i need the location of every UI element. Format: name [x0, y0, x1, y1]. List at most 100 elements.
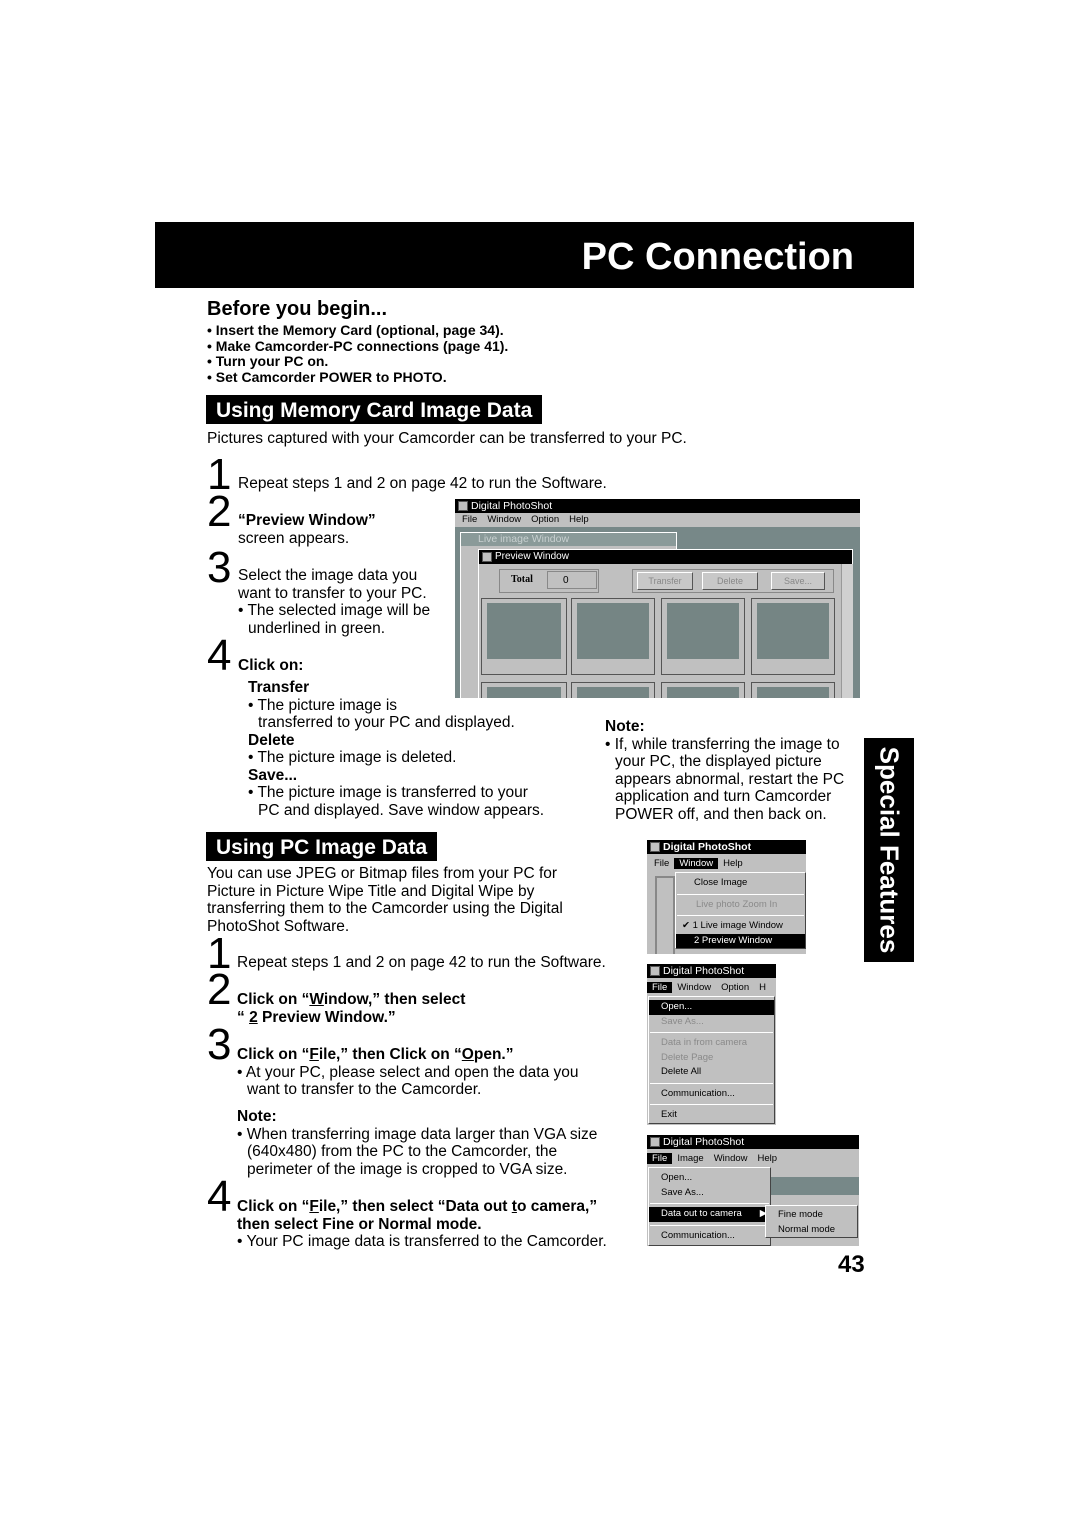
menu-window[interactable]: Window: [482, 514, 526, 525]
menu-item-open[interactable]: Open...: [649, 1000, 774, 1015]
menu-file[interactable]: File: [647, 1153, 673, 1164]
app-title: Digital PhotoShot: [663, 1136, 745, 1148]
transfer-button[interactable]: Transfer: [637, 572, 693, 590]
intro-line: PhotoShot Software.: [207, 917, 350, 935]
step-text: Repeat steps 1 and 2 on page 42 to run t…: [238, 475, 607, 492]
total-label: Total: [511, 574, 533, 585]
menu-item-exit[interactable]: Exit: [649, 1108, 774, 1123]
menu-item-preview-window[interactable]: 2 Preview Window: [676, 933, 805, 948]
menu-item-normal-mode[interactable]: Normal mode: [766, 1223, 857, 1238]
step-title: “Preview Window”: [238, 512, 376, 529]
app-icon: [458, 501, 468, 511]
page-number: 43: [838, 1251, 865, 1278]
file-menu-screenshot: Digital PhotoShot File Window Option H Open…: [647, 964, 776, 1125]
note-pc: Note: • When transferring image data lar…: [237, 1108, 597, 1178]
step-number: 3: [207, 1020, 232, 1069]
note-line: (640x480) from the PC to the Camcorder, …: [247, 1143, 558, 1160]
menu-item-save-as[interactable]: Save As...: [649, 1186, 770, 1201]
menu-option[interactable]: Option: [526, 514, 564, 525]
menu-item-data-in[interactable]: Data in from camera: [649, 1036, 774, 1051]
app-title: Digital PhotoShot: [471, 500, 553, 512]
note-title: Note:: [605, 718, 645, 735]
option-desc: transferred to your PC and displayed.: [258, 714, 515, 731]
before-title: Before you begin...: [207, 298, 388, 320]
scrollbar[interactable]: [841, 564, 853, 698]
before-item: Make Camcorder-PC connections (page 41).: [215, 337, 509, 354]
before-section: Before you begin... • Insert the Memory …: [207, 298, 508, 385]
memory-intro: Pictures captured with your Camcorder ca…: [207, 430, 687, 447]
section-heading-memory: Using Memory Card Image Data: [206, 395, 543, 424]
menu-item-delete-page[interactable]: Delete Page: [649, 1051, 774, 1066]
step-number: 4: [207, 631, 232, 680]
delete-button[interactable]: Delete: [702, 572, 758, 590]
step-number: 2: [207, 487, 232, 536]
menu-item-data-out[interactable]: Data out to camera: [661, 1208, 742, 1219]
menu-file[interactable]: File: [457, 514, 482, 525]
menu-item-communication[interactable]: Communication...: [649, 1229, 770, 1244]
before-item: Turn your PC on.: [215, 353, 329, 369]
option-save: Save...: [248, 766, 298, 784]
menu-item-save-as[interactable]: Save As...: [649, 1015, 774, 1030]
intro-line: transferring them to the Camcorder using…: [207, 900, 563, 917]
before-item: Set Camcorder POWER to PHOTO.: [215, 368, 447, 385]
note-title: Note:: [237, 1108, 277, 1125]
menu-image[interactable]: Image: [672, 1153, 708, 1164]
menu-item-live-window[interactable]: 1 Live image Window: [693, 920, 783, 931]
note-line: perimeter of the image is cropped to VGA…: [247, 1160, 568, 1178]
menu-item-zoom-in[interactable]: Live photo Zoom In: [676, 898, 805, 913]
step-bullet: underlined in green.: [248, 619, 386, 637]
menu-option[interactable]: Option: [716, 982, 754, 993]
check-icon: ✔: [682, 920, 693, 931]
step-text: Click on “File,” then select “Data out t…: [237, 1198, 607, 1250]
note-line: application and turn Camcorder: [615, 788, 832, 805]
menu-file[interactable]: File: [647, 982, 673, 993]
menu-item-fine-mode[interactable]: Fine mode: [766, 1208, 857, 1223]
menu-help[interactable]: Help: [753, 1153, 783, 1164]
menu-help[interactable]: Help: [564, 514, 594, 525]
step-title: Click on:: [238, 657, 304, 674]
save-button[interactable]: Save...: [771, 572, 825, 590]
menu-window[interactable]: Window: [672, 982, 716, 993]
menu-item-open[interactable]: Open...: [649, 1171, 770, 1186]
menu-file[interactable]: File: [649, 858, 674, 869]
step-text: Click on “Window,” then select “ 2 Previ…: [237, 991, 466, 1026]
step-number: 3: [207, 543, 232, 592]
live-window-title: Live image Window: [461, 533, 676, 546]
option-desc: • The picture image is transferred to yo…: [248, 784, 528, 801]
option-desc: • The picture image is deleted.: [248, 749, 457, 766]
note-line: appears abnormal, restart the PC: [615, 770, 845, 788]
preview-window-screenshot: Digital PhotoShot File Window Option Help L…: [455, 499, 860, 698]
app-title: Digital PhotoShot: [663, 965, 745, 977]
data-out-screenshot: Digital PhotoShot File Image Window Help Op…: [647, 1135, 859, 1246]
menu-item-close-image[interactable]: Close Image: [676, 876, 805, 891]
menu-help[interactable]: Help: [718, 858, 748, 869]
step-text: want to transfer to your PC.: [238, 584, 427, 602]
step-number: 4: [207, 1172, 232, 1221]
menu-item-delete-all[interactable]: Delete All: [649, 1065, 774, 1080]
window-menu-screenshot: Digital PhotoShot File Window Help Close I…: [647, 840, 806, 954]
note-line: POWER off, and then back on.: [615, 805, 827, 823]
step-text: Click on “File,” then Click on “Open.” •…: [237, 1046, 579, 1098]
before-item: Insert the Memory Card (optional, page 3…: [215, 322, 504, 338]
step-number: 2: [207, 965, 232, 1014]
section-heading-pc: Using PC Image Data: [206, 832, 438, 861]
menu-item-communication[interactable]: Communication...: [649, 1087, 774, 1102]
menu-window[interactable]: Window: [674, 858, 719, 869]
before-list: • Insert the Memory Card (optional, page…: [207, 322, 509, 385]
step-bullet: • The selected image will be: [238, 602, 431, 619]
side-tab: Special Features: [864, 738, 914, 962]
total-value: 0: [547, 571, 597, 589]
note-line: • When transferring image data larger th…: [237, 1125, 598, 1143]
header-bar: PC Connection: [155, 222, 914, 288]
step-text: Select the image data you: [238, 567, 418, 584]
option-delete: Delete: [248, 731, 295, 749]
menu-help[interactable]: H: [754, 982, 771, 993]
option-desc: PC and displayed. Save window appears.: [258, 801, 545, 819]
app-title: Digital PhotoShot: [663, 841, 752, 853]
menu-window[interactable]: Window: [709, 1153, 753, 1164]
preview-window-title: Preview Window: [495, 551, 569, 562]
step-text: screen appears.: [238, 529, 350, 547]
pc-intro: You can use JPEG or Bitmap files from yo…: [207, 865, 563, 935]
side-tab-label: Special Features: [874, 746, 905, 954]
page-title: PC Connection: [581, 236, 854, 278]
